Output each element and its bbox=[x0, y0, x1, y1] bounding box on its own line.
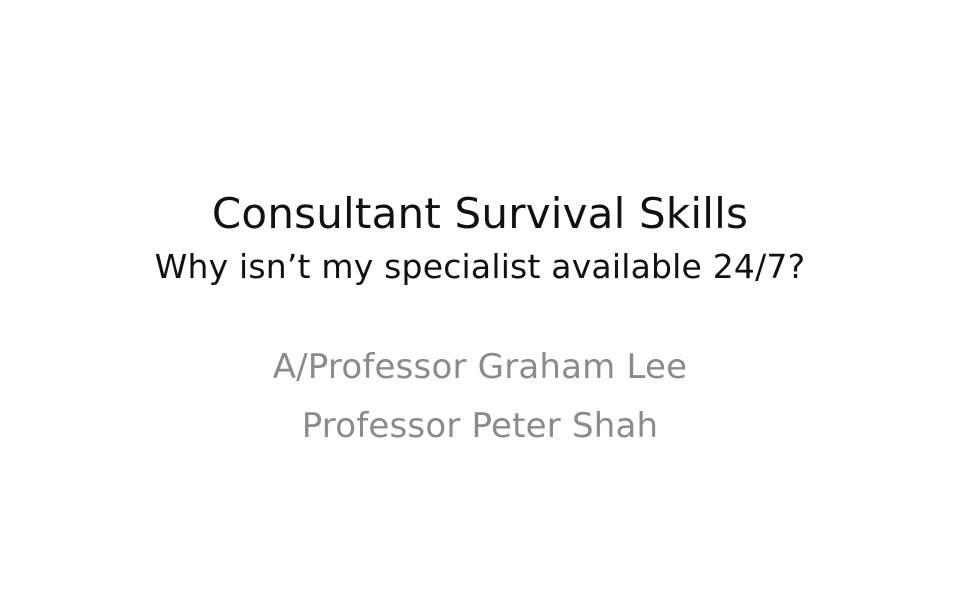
title-block: Consultant Survival Skills Why isn’t my … bbox=[0, 189, 960, 287]
author-name: A/Professor Graham Lee bbox=[272, 347, 688, 387]
author-name: Professor Peter Shah bbox=[301, 406, 659, 447]
slide-subtitle: Why isn’t my specialist available 24/7? bbox=[154, 247, 806, 287]
presentation-slide: Consultant Survival Skills Why isn’t my … bbox=[0, 0, 960, 600]
slide-title: Consultant Survival Skills bbox=[211, 189, 749, 238]
author-list: A/Professor Graham Lee Professor Peter S… bbox=[0, 347, 960, 447]
